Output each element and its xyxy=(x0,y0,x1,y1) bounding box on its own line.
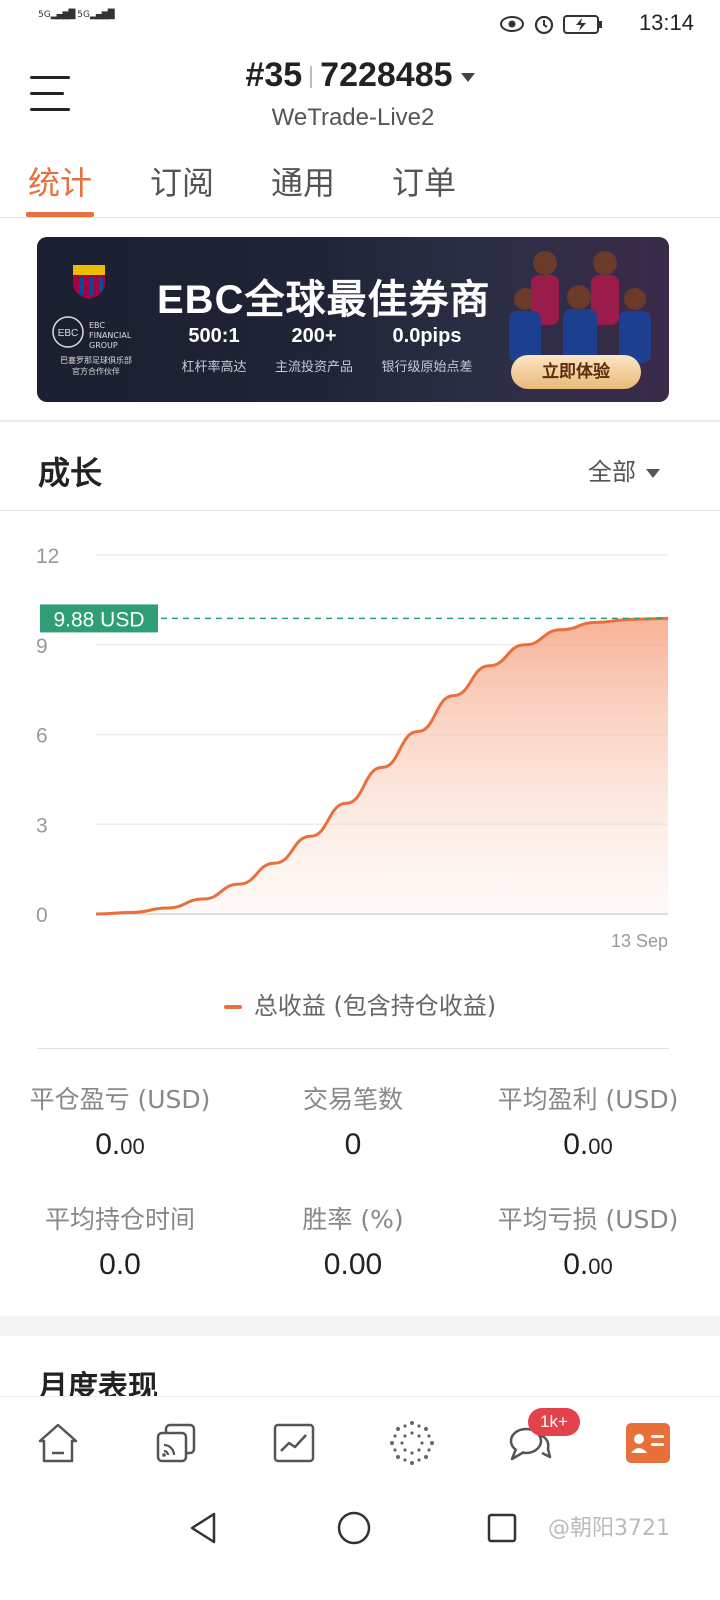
battery-icon xyxy=(563,15,602,34)
growth-divider xyxy=(0,510,720,511)
banner-stat-leverage: 500:1 杠杆率高达 xyxy=(181,325,247,375)
bottom-nav xyxy=(0,1396,720,1488)
ebc-brand: EBC FINANCIAL GROUP xyxy=(89,321,132,350)
players-image xyxy=(509,251,651,363)
alarm-icon xyxy=(534,15,554,35)
growth-filter-dropdown[interactable]: 全部 xyxy=(588,452,660,487)
watermark: @朝阳3721 xyxy=(548,1516,670,1541)
current-value-label: 9.88 USD xyxy=(53,608,144,631)
status-time: 13:14 xyxy=(638,10,694,35)
tab-statistics[interactable]: 统计 xyxy=(28,158,92,204)
account-number: 7228485 xyxy=(320,56,453,94)
y-tick-label: 3 xyxy=(36,814,48,837)
legend-swatch xyxy=(223,1005,242,1009)
status-icons xyxy=(500,15,602,35)
y-tick-label: 9 xyxy=(36,635,48,658)
chart-divider xyxy=(37,1048,669,1049)
legend-label: 总收益 (包含持仓收益) xyxy=(253,992,497,1020)
ebc-logo-icon: EBC xyxy=(52,316,84,348)
y-tick-label: 12 xyxy=(36,545,59,568)
caret-down-icon xyxy=(460,72,475,82)
eye-icon xyxy=(500,16,524,32)
stat-win-rate: 胜率 (%) 0.00 xyxy=(302,1205,404,1281)
signals-icon[interactable] xyxy=(152,1419,200,1467)
club-crest-icon xyxy=(73,265,105,299)
chart-legend: 总收益 (包含持仓收益) xyxy=(0,986,720,1021)
y-tick-label: 6 xyxy=(36,725,48,748)
growth-chart: 0 3 6 9 12 13 Sep 9.88 USD xyxy=(36,545,669,951)
svg-text:EBC: EBC xyxy=(58,328,79,339)
account-prefix: #35 xyxy=(245,56,303,94)
section-divider xyxy=(0,420,720,422)
recents-icon[interactable] xyxy=(486,1512,518,1544)
partner-text: 巴塞罗那足球俱乐部 官方合作伙伴 xyxy=(60,356,132,376)
chart-icon[interactable] xyxy=(270,1419,318,1467)
home-circle-icon[interactable] xyxy=(336,1510,372,1546)
banner-stat-products: 200+ 主流投资产品 xyxy=(274,325,353,375)
profile-icon[interactable] xyxy=(624,1419,672,1467)
caret-down-icon xyxy=(646,468,660,478)
tab-subscribe[interactable]: 订阅 xyxy=(150,158,214,204)
try-now-button[interactable]: 立即体验 xyxy=(511,355,641,389)
server-name: WeTrade-Live2 xyxy=(271,104,435,131)
section-gap xyxy=(0,1316,720,1336)
stat-closed-pnl: 平仓盈亏 (USD) 0.00 xyxy=(29,1085,211,1161)
stat-avg-hold-time: 平均持仓时间 0.0 xyxy=(44,1205,195,1281)
system-nav-bar xyxy=(0,1488,720,1600)
home-icon[interactable] xyxy=(34,1419,82,1467)
account-selector[interactable]: #35 7228485 xyxy=(0,56,720,95)
explore-icon[interactable] xyxy=(388,1419,436,1467)
stat-trade-count: 交易笔数 0 xyxy=(302,1085,403,1161)
stat-avg-profit: 平均盈利 (USD) 0.00 xyxy=(497,1085,679,1161)
tab-orders[interactable]: 订单 xyxy=(392,158,456,204)
promo-banner[interactable]: EBC EBC FINANCIAL GROUP 巴塞罗那足球俱乐部 官方合作伙伴… xyxy=(37,237,669,402)
signal-indicator: 5G▂▄▆█ 5G▂▄▆█ xyxy=(38,10,115,20)
status-bar: 5G▂▄▆█ 5G▂▄▆█ 13:14 xyxy=(0,0,720,48)
back-icon[interactable] xyxy=(186,1510,220,1546)
x-tick-label: 13 Sep xyxy=(611,931,668,951)
tab-bar: 统计 订阅 通用 订单 xyxy=(0,152,720,218)
signal-label-2: 5G xyxy=(77,10,90,20)
tab-general[interactable]: 通用 xyxy=(271,158,335,204)
banner-title: EBC全球最佳券商 xyxy=(157,278,491,322)
active-tab-indicator xyxy=(26,212,94,217)
growth-title: 成长 xyxy=(38,454,103,492)
y-tick-label: 0 xyxy=(36,904,48,927)
stat-avg-loss: 平均亏损 (USD) 0.00 xyxy=(497,1205,679,1281)
notification-badge: 1k+ xyxy=(528,1408,580,1436)
signal-label-1: 5G xyxy=(38,10,51,20)
banner-stat-spread: 0.0pips 银行级原始点差 xyxy=(381,325,473,375)
